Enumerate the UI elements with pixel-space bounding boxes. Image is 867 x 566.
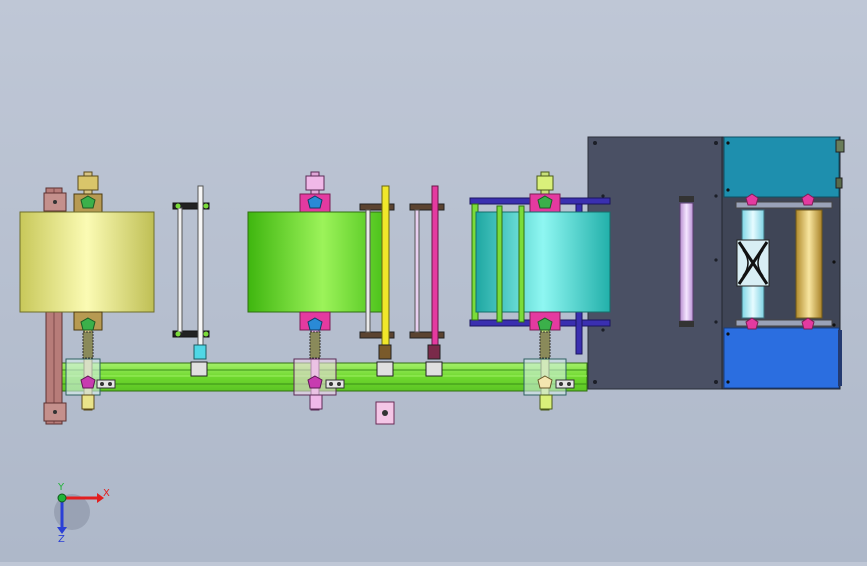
bolt (53, 410, 57, 414)
bolt (337, 382, 341, 386)
bolt (203, 331, 209, 337)
triad-z-label: Z (58, 534, 65, 545)
guide-foot (378, 344, 392, 360)
top-box (723, 136, 840, 198)
gold-roller (795, 209, 823, 319)
top-box-connector (835, 177, 843, 189)
side-roller-cap (679, 196, 694, 202)
spring (82, 331, 94, 359)
guide-bracket (409, 331, 445, 339)
spring (309, 331, 321, 359)
bolt (108, 382, 112, 386)
roll-1-rail-block (65, 358, 101, 396)
guide-clip (425, 361, 443, 377)
roll-3-guide (496, 205, 503, 323)
cad-viewport[interactable]: X Y Z (0, 0, 867, 562)
top-box-connector (835, 139, 845, 153)
triad-y-dot (57, 493, 67, 503)
guide-foot (427, 344, 441, 360)
hole-plate (96, 379, 116, 389)
guide-clip (190, 361, 208, 377)
spring (539, 331, 551, 359)
bolt (567, 382, 571, 386)
roll-3-guide (518, 205, 525, 323)
bolt (203, 203, 209, 209)
coordinate-triad: X Y Z (54, 482, 110, 545)
guide-rod (365, 209, 371, 333)
guide-bracket (409, 203, 445, 211)
roll-1-drum (19, 211, 155, 313)
triad-y-label: Y (57, 482, 65, 493)
roll-3-drum (475, 211, 611, 313)
triad-z-arrowhead (57, 527, 67, 534)
roll-2-top-nut (305, 175, 325, 191)
bottom-box (723, 327, 840, 389)
yellow-rod (381, 185, 390, 359)
roll-2-drum (247, 211, 385, 313)
bottom-box-side (838, 330, 842, 386)
roll-3-foot (539, 394, 553, 410)
pink-rod (431, 185, 439, 359)
bolt (382, 410, 388, 416)
hole-plate (325, 379, 345, 389)
machine-assembly-view: X Y Z (19, 136, 845, 545)
roll-1-top-nut (77, 175, 99, 191)
bolt (559, 382, 563, 386)
bolt (175, 331, 181, 337)
guide-foot (193, 344, 207, 360)
bolt (329, 382, 333, 386)
guide-rod (414, 209, 420, 333)
guide-clip (376, 361, 394, 377)
bolt (53, 200, 57, 204)
bolt (100, 382, 104, 386)
hole-plate (555, 379, 575, 389)
guide-rod (177, 207, 183, 333)
roll-3-top-nut (536, 175, 554, 191)
roll-2-foot (309, 394, 323, 410)
triad-x-label: X (103, 488, 110, 499)
roll-1-foot (81, 394, 95, 410)
bolt (175, 203, 181, 209)
guide-rod (197, 185, 204, 359)
side-roller-cap (679, 321, 694, 327)
side-roller (679, 202, 694, 322)
